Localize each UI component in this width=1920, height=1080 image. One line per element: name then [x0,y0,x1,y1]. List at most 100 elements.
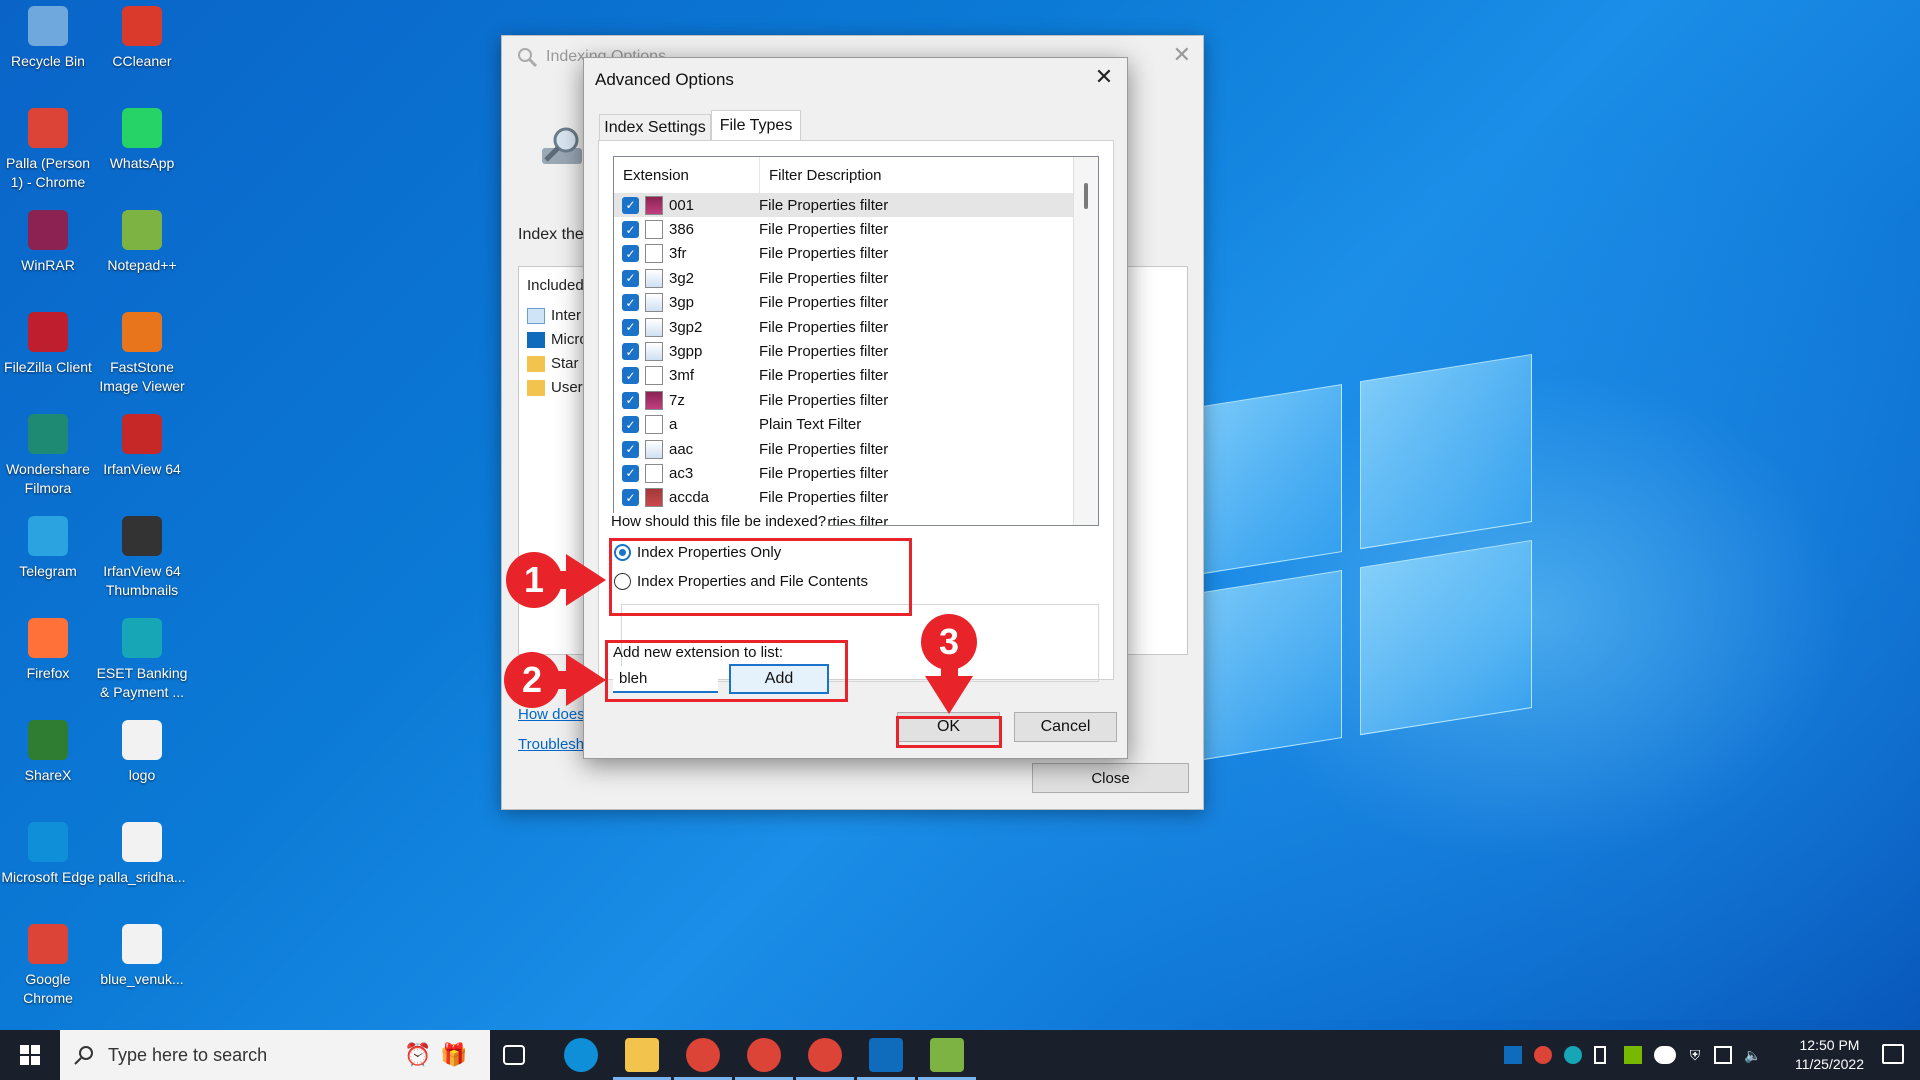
checkbox-checked-icon[interactable]: ✓ [622,367,639,385]
checkbox-checked-icon[interactable]: ✓ [622,391,639,409]
checkbox-checked-icon[interactable]: ✓ [622,489,639,507]
checkbox-checked-icon[interactable]: ✓ [622,343,639,361]
file-type-row[interactable]: ✓ 3g2 File Properties filter [614,266,1074,290]
file-types-list[interactable]: Extension Filter Description ✓ 001 File Pr… [613,156,1099,526]
close-icon[interactable]: ✕ [1173,42,1191,68]
indexing-close-button[interactable]: Close [1032,763,1189,793]
start-button[interactable] [0,1030,60,1080]
irfanview-thumbnails-icon [122,516,162,556]
file-type-row[interactable]: ✓ 3fr File Properties filter [614,242,1074,266]
file-type-row[interactable]: ✓ accda File Properties filter [614,486,1074,510]
checkbox-checked-icon[interactable]: ✓ [622,245,639,263]
included-location-item[interactable]: Inter [527,307,581,324]
included-location-item[interactable]: User [527,379,583,396]
desktop-icon[interactable]: WhatsApp [94,104,190,173]
tab-index-settings[interactable]: Index Settings [599,114,711,141]
chrome-icon[interactable] [747,1038,781,1072]
file-type-row[interactable]: ✓ 3gp File Properties filter [614,291,1074,315]
how-does-indexing-link[interactable]: How does [518,706,585,723]
checkbox-checked-icon[interactable]: ✓ [622,269,639,287]
desktop-icon-label: Notepad++ [107,257,177,273]
file-type-row[interactable]: ✓ 3gpp File Properties filter [614,339,1074,363]
troubleshoot-link[interactable]: Troublesh [518,736,584,753]
file-type-row[interactable]: ✓ 386 File Properties filter [614,217,1074,241]
desktop-icon[interactable]: IrfanView 64 Thumbnails [94,512,190,600]
desktop-icon[interactable]: IrfanView 64 [94,410,190,479]
desktop-icon[interactable]: WinRAR [0,206,96,275]
extension-column-header[interactable]: Extension [614,157,760,193]
outlook-icon[interactable] [869,1038,903,1072]
onedrive-icon[interactable] [1654,1046,1676,1064]
file-type-row[interactable]: ✓ a Plain Text Filter [614,413,1074,437]
close-icon[interactable]: ✕ [1091,64,1117,90]
desktop-icon[interactable]: Telegram [0,512,96,581]
file-type-row[interactable]: ✓ 001 File Properties filter [614,193,1074,218]
filter-description: File Properties filter [759,318,889,336]
desktop-icon[interactable]: FileZilla Client [0,308,96,377]
desktop-icon[interactable]: Google Chrome [0,920,96,1008]
file-type-row[interactable]: ✓ ac3 File Properties filter [614,461,1074,485]
desktop-icon[interactable]: blue_venuk... [94,920,190,989]
file-type-row[interactable]: ✓ aac File Properties filter [614,437,1074,461]
irfanview-icon [122,414,162,454]
checkbox-checked-icon[interactable]: ✓ [622,294,639,312]
desktop-icon[interactable]: Recycle Bin [0,2,96,71]
checkbox-checked-icon[interactable]: ✓ [622,221,639,239]
checkbox-checked-icon[interactable]: ✓ [622,196,639,214]
checkbox-checked-icon[interactable]: ✓ [622,416,639,434]
description-column-header[interactable]: Filter Description [760,157,1074,193]
file-type-row[interactable]: ✓ 3gp2 File Properties filter [614,315,1074,339]
winrar-file-icon [645,390,663,410]
chrome-icon[interactable] [808,1038,842,1072]
whatsapp-icon [122,108,162,148]
file-extension: 3g2 [669,269,695,287]
logo-pane [1360,353,1532,550]
edge-icon[interactable] [564,1038,598,1072]
file-type-row[interactable]: ✓ 3mf File Properties filter [614,364,1074,388]
desktop-icon[interactable]: CCleaner [94,2,190,71]
taskbar-search-box[interactable]: Type here to search ⏰ 🎁 [60,1030,490,1080]
desktop-icon[interactable]: ShareX [0,716,96,785]
search-placeholder: Type here to search [108,1044,268,1065]
network-icon[interactable] [1714,1046,1732,1064]
chrome-icon[interactable] [686,1038,720,1072]
file-type-row[interactable]: ✓ 7z File Properties filter [614,388,1074,412]
included-location-item[interactable]: Star [527,355,579,372]
desktop-icon[interactable]: Microsoft Edge [0,818,96,887]
notepadpp-icon[interactable] [930,1038,964,1072]
notepadpp-icon [122,210,162,250]
file-explorer-icon[interactable] [625,1038,659,1072]
file-extension: 7z [669,391,685,409]
nvidia-tray-icon[interactable] [1624,1046,1642,1064]
desktop-icon[interactable]: Wondershare Filmora [0,410,96,498]
included-location-item[interactable]: Micro [527,331,588,348]
checkbox-checked-icon[interactable]: ✓ [622,440,639,458]
checkbox-checked-icon[interactable]: ✓ [622,464,639,482]
cancel-button[interactable]: Cancel [1014,712,1117,742]
checkbox-checked-icon[interactable]: ✓ [622,318,639,336]
desktop-icon[interactable]: logo [94,716,190,785]
file-extension: 001 [669,196,695,214]
desktop-icon[interactable]: Firefox [0,614,96,683]
scrollbar-thumb[interactable] [1084,183,1088,209]
desktop-icon[interactable]: palla_sridha... [94,818,190,887]
desktop-icon[interactable]: Palla (Person 1) - Chrome [0,104,96,192]
desktop-icon[interactable]: Notepad++ [94,206,190,275]
desktop-icon[interactable]: ESET Banking & Payment ... [94,614,190,702]
internet-explorer-icon [527,307,545,324]
task-view-icon[interactable] [503,1045,525,1065]
eset-tray-icon[interactable] [1564,1046,1582,1064]
clock[interactable]: 12:50 PM 11/25/2022 [1795,1036,1864,1074]
tab-file-types[interactable]: File Types [711,110,801,140]
filter-description: File Properties filter [759,367,889,385]
list-scrollbar[interactable] [1073,157,1098,525]
shield-icon[interactable]: ⛨ [1686,1046,1704,1064]
desktop-icon[interactable]: FastStone Image Viewer [94,308,190,396]
gift-icon[interactable]: 🎁 [440,1042,467,1068]
alarm-clock-icon[interactable]: ⏰ [404,1042,431,1068]
usb-tray-icon[interactable] [1594,1046,1606,1064]
chrome-tray-icon[interactable] [1534,1046,1552,1064]
outlook-tray-icon[interactable] [1504,1046,1522,1064]
volume-icon[interactable]: 🔈 [1744,1046,1762,1064]
notifications-icon[interactable] [1882,1044,1904,1064]
